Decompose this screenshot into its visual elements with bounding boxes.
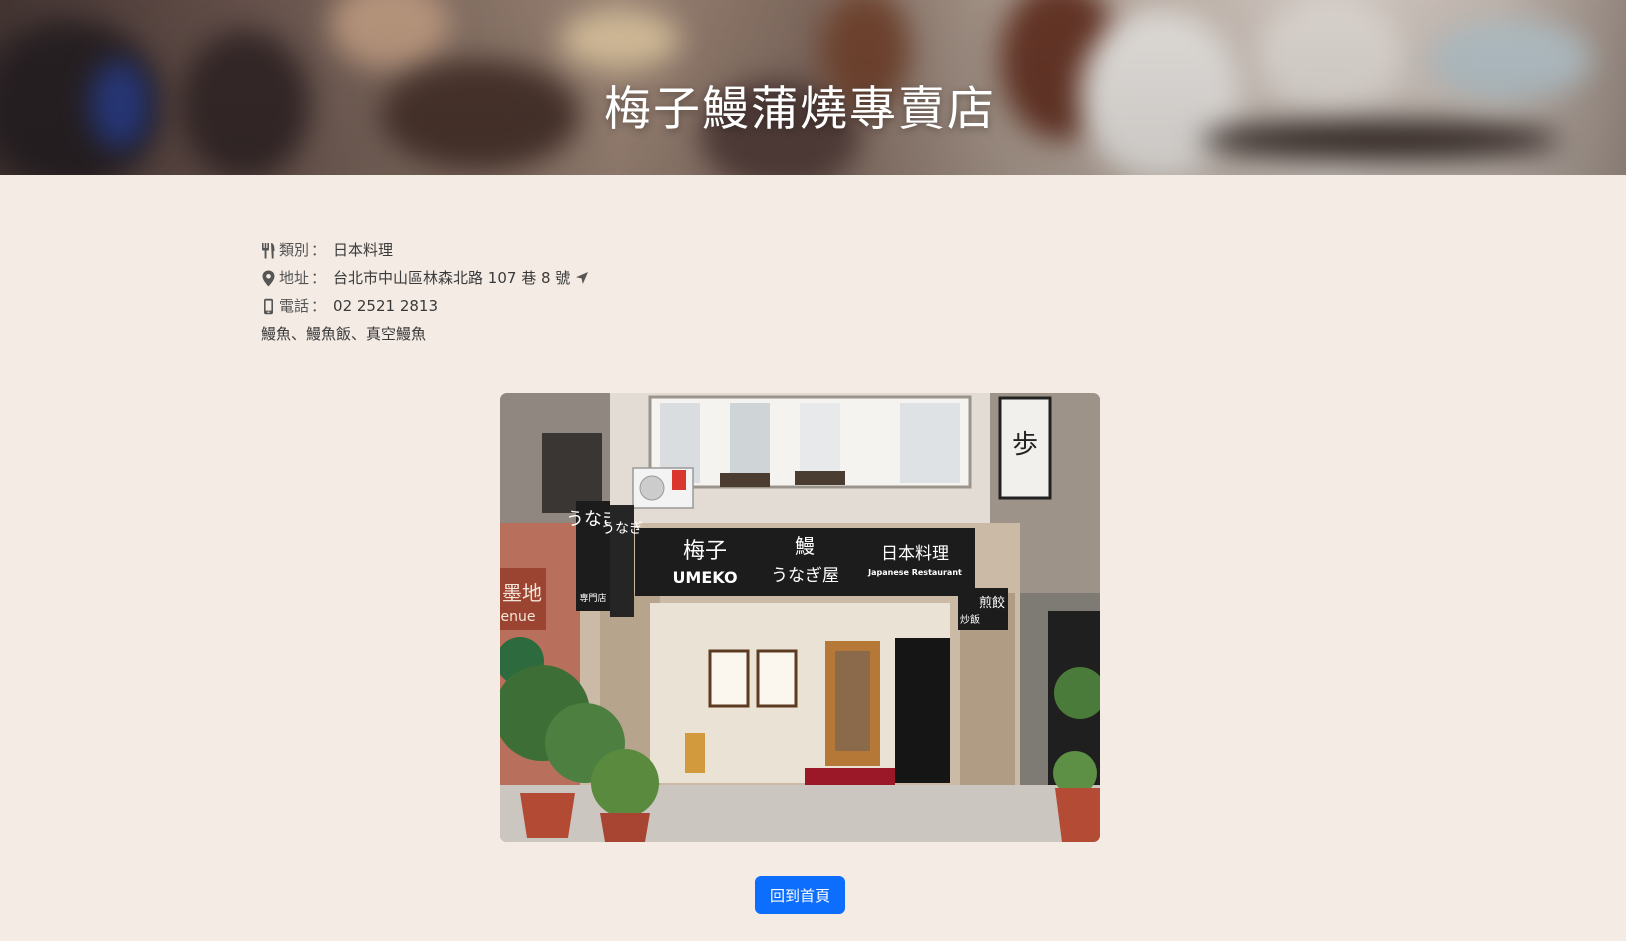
svg-text:日本料理: 日本料理 [881, 544, 949, 564]
map-marker-icon [261, 270, 276, 287]
address-separator: ： [311, 269, 327, 287]
storefront-photo: 歩 墨地 enue 梅子 UMEKO 鰻 うなぎ屋 日本料理 Japanese … [500, 393, 1100, 842]
back-home-button[interactable]: 回到首頁 [755, 876, 845, 914]
category-label: 類別 [279, 241, 310, 259]
svg-text:うなぎ屋: うなぎ屋 [771, 566, 839, 586]
svg-text:うなぎ: うなぎ [601, 521, 643, 537]
category-row: 類別 ： 日本料理 [261, 236, 589, 264]
svg-text:鰻: 鰻 [795, 534, 815, 558]
location-arrow-icon[interactable] [575, 271, 589, 285]
category-value: 日本料理 [333, 241, 394, 259]
utensils-icon [261, 242, 276, 259]
phone-row: 電話 ： 02 2521 2813 [261, 292, 589, 320]
svg-text:専門店: 専門店 [579, 592, 606, 604]
description-text: 鰻魚、鰻魚飯、真空鰻魚 [261, 325, 427, 343]
category-separator: ： [311, 241, 327, 259]
phone-value[interactable]: 02 2521 2813 [333, 292, 438, 320]
address-row: 地址 ： 台北市中山區林森北路 107 巷 8 號 [261, 264, 589, 292]
svg-text:UMEKO: UMEKO [672, 568, 737, 587]
page-title: 梅子鰻蒲燒專賣店 [604, 82, 996, 137]
phone-label: 電話 [279, 297, 310, 315]
svg-text:炒飯: 炒飯 [960, 613, 980, 626]
hero-banner: 梅子鰻蒲燒專賣店 [0, 0, 1626, 175]
svg-text:Japanese Restaurant: Japanese Restaurant [867, 568, 962, 577]
phone-separator: ： [311, 297, 327, 315]
svg-text:歩: 歩 [1012, 430, 1038, 460]
description-row: 鰻魚、鰻魚飯、真空鰻魚 [261, 320, 589, 348]
svg-text:煎餃: 煎餃 [979, 595, 1005, 611]
neighbor-sign: 墨地 [502, 581, 542, 605]
svg-text:梅子: 梅子 [683, 539, 727, 564]
mobile-phone-icon [261, 298, 276, 315]
address-label: 地址 [279, 269, 310, 287]
svg-text:enue: enue [501, 609, 536, 625]
address-value: 台北市中山區林森北路 107 巷 8 號 [333, 269, 571, 287]
restaurant-info: 類別 ： 日本料理 地址 ： 台北市中山區林森北路 107 巷 8 號 電話 ： [261, 236, 589, 348]
